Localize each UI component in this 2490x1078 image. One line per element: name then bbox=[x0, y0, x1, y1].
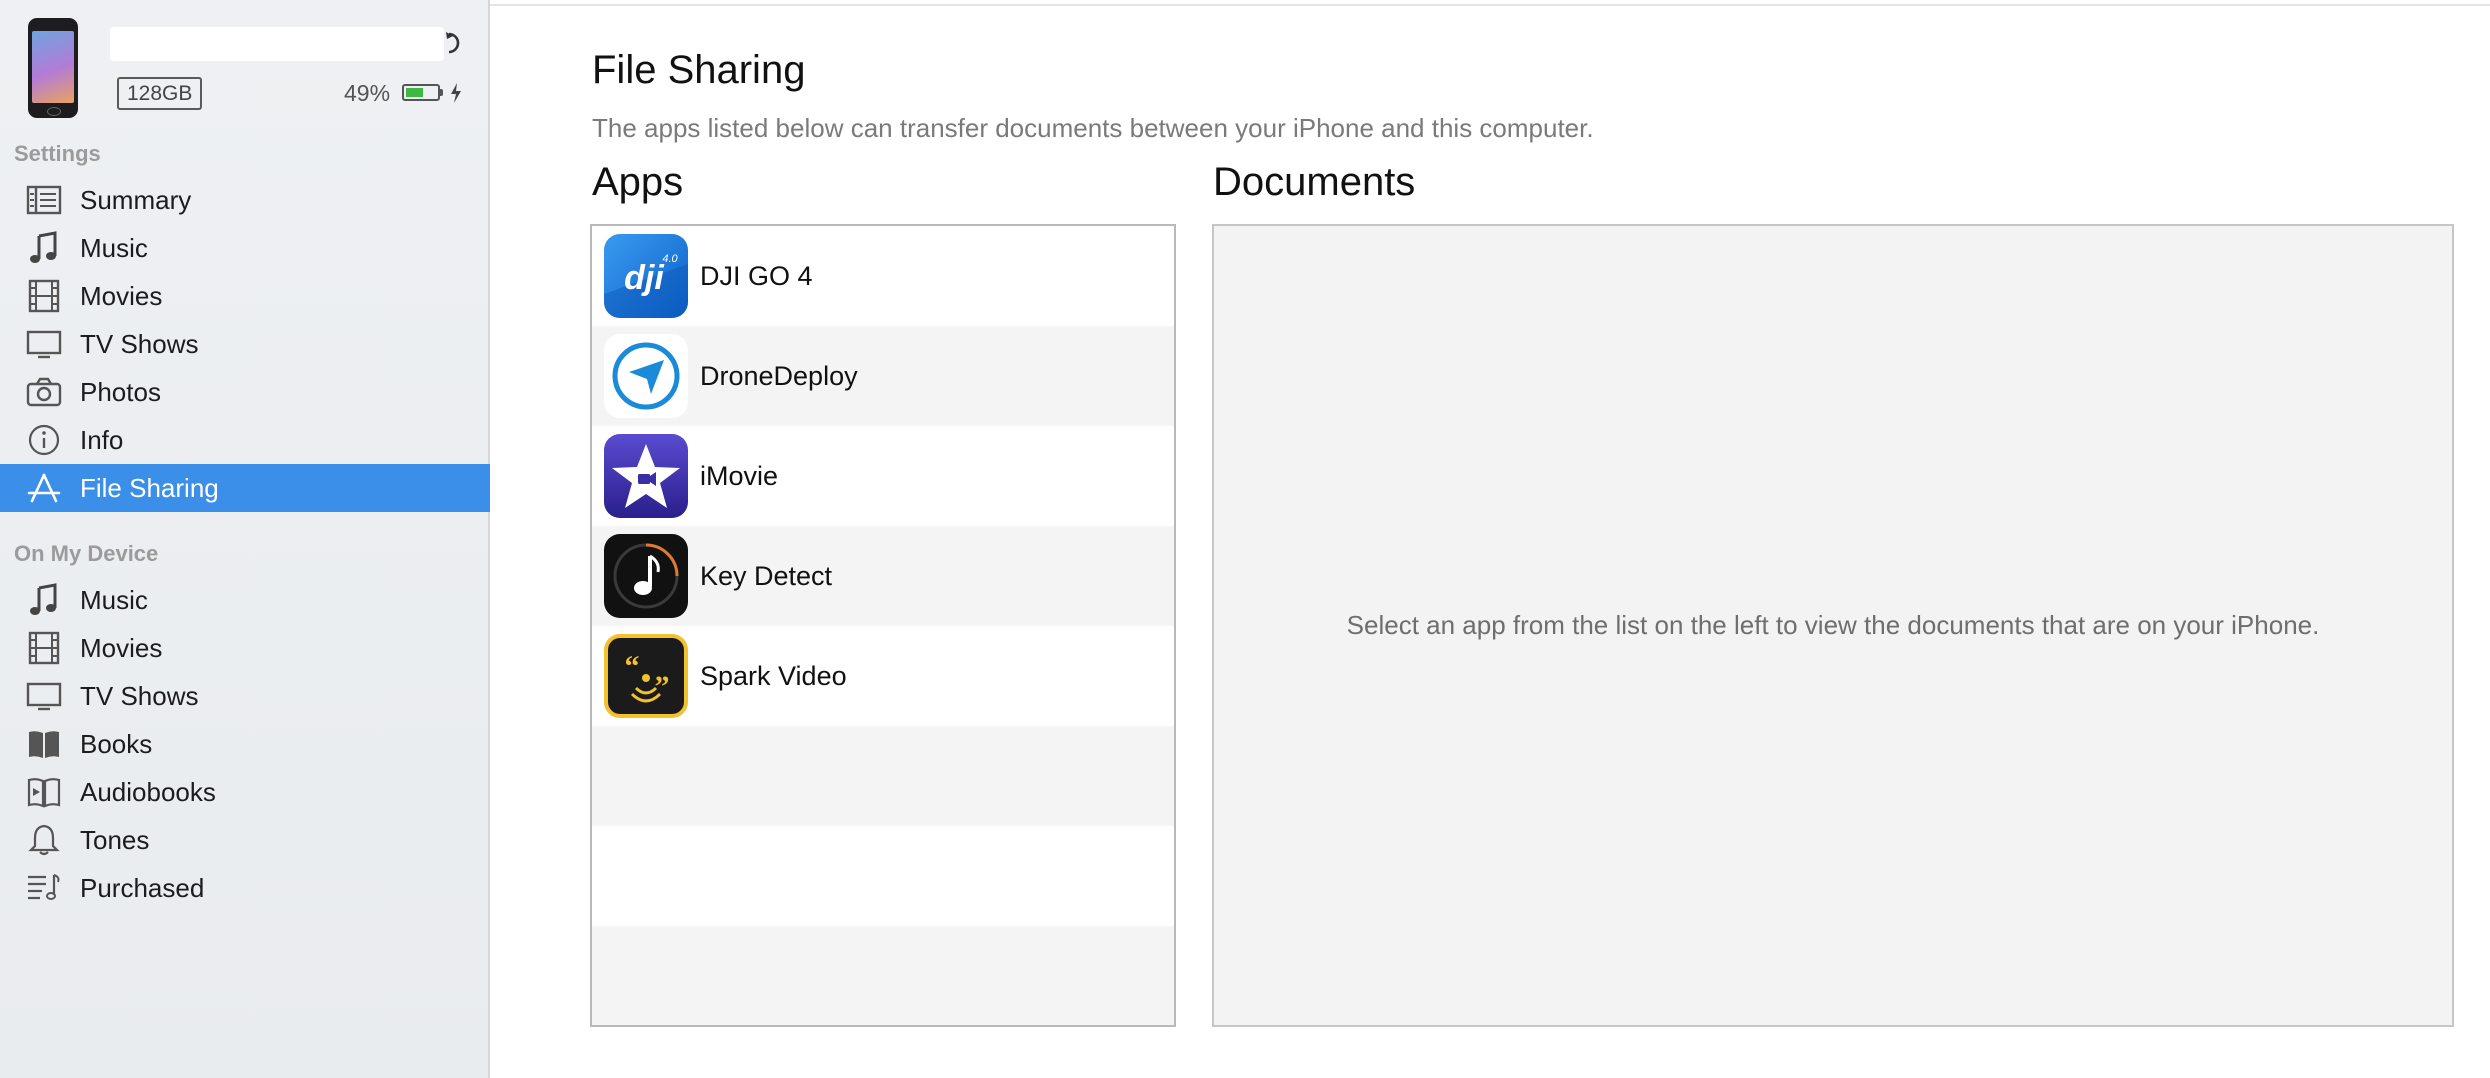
dronedeploy-icon bbox=[604, 334, 688, 418]
app-name: DJI GO 4 bbox=[700, 260, 813, 291]
iphone-screen bbox=[32, 31, 74, 103]
battery-tip bbox=[440, 89, 443, 96]
eject-icon[interactable] bbox=[446, 32, 464, 54]
app-name: DroneDeploy bbox=[700, 360, 858, 391]
sidebar-item-label: Movies bbox=[80, 280, 163, 311]
app-row-key-detect[interactable]: Key Detect bbox=[592, 526, 1174, 626]
app-row-imovie[interactable]: iMovie bbox=[592, 426, 1174, 526]
sidebar-item-purchased[interactable]: Purchased bbox=[0, 864, 490, 912]
sidebar-item-summary[interactable]: Summary bbox=[0, 176, 490, 224]
sidebar-item-device-tv-shows[interactable]: TV Shows bbox=[0, 672, 490, 720]
dji-go-4-icon: dji 4.0 bbox=[604, 234, 688, 318]
sidebar-item-music[interactable]: Music bbox=[0, 224, 490, 272]
app-name: Key Detect bbox=[700, 560, 833, 591]
sidebar-item-label: Info bbox=[80, 424, 124, 455]
music-note-icon bbox=[24, 230, 64, 266]
home-button bbox=[47, 107, 61, 116]
sidebar-item-label: Music bbox=[80, 232, 148, 263]
sidebar-item-file-sharing[interactable]: File Sharing bbox=[0, 464, 490, 512]
device-header: 128GB 49% bbox=[0, 0, 490, 135]
sidebar-item-label: Photos bbox=[80, 376, 161, 407]
bell-icon bbox=[24, 822, 64, 858]
summary-icon bbox=[24, 182, 64, 218]
tv-icon bbox=[24, 678, 64, 714]
purchased-list-icon bbox=[24, 870, 64, 906]
sidebar-item-label: Audiobooks bbox=[80, 776, 216, 807]
settings-section-label: Settings bbox=[14, 141, 101, 166]
app-name: Spark Video bbox=[700, 660, 847, 691]
sidebar-item-label: Books bbox=[80, 728, 153, 759]
battery-percent: 49% bbox=[344, 80, 391, 106]
sidebar-item-device-music[interactable]: Music bbox=[0, 576, 490, 624]
audiobook-icon bbox=[24, 774, 64, 810]
documents-heading: Documents bbox=[1213, 160, 1416, 204]
sidebar-item-label: Purchased bbox=[80, 872, 205, 903]
sidebar-item-info[interactable]: Info bbox=[0, 416, 490, 464]
sidebar-item-label: Summary bbox=[80, 184, 192, 215]
charging-bolt-icon bbox=[451, 83, 461, 103]
documents-panel[interactable]: Select an app from the list on the left … bbox=[1212, 224, 2454, 1027]
iphone-icon[interactable] bbox=[28, 18, 78, 118]
apps-heading: Apps bbox=[592, 160, 684, 204]
svg-text:4.0: 4.0 bbox=[662, 253, 678, 265]
app-row-dronedeploy[interactable]: DroneDeploy bbox=[592, 326, 1174, 426]
app-row-spark-video[interactable]: “ ” Spark Video bbox=[592, 626, 1174, 726]
device-name-field[interactable] bbox=[110, 27, 444, 61]
imovie-icon bbox=[604, 434, 688, 518]
sidebar-item-label: TV Shows bbox=[80, 680, 199, 711]
sidebar-item-audiobooks[interactable]: Audiobooks bbox=[0, 768, 490, 816]
sidebar-item-label: Movies bbox=[80, 632, 163, 663]
svg-text:“: “ bbox=[625, 650, 640, 683]
svg-text:dji: dji bbox=[624, 259, 665, 297]
info-icon bbox=[24, 422, 64, 458]
app-store-icon bbox=[24, 470, 64, 506]
spark-video-icon: “ ” bbox=[604, 634, 688, 718]
music-note-icon bbox=[24, 582, 64, 618]
page-subtitle: The apps listed below can transfer docum… bbox=[592, 113, 1594, 143]
capacity-badge: 128GB bbox=[117, 77, 203, 110]
sidebar-item-books[interactable]: Books bbox=[0, 720, 490, 768]
battery-icon bbox=[402, 84, 440, 101]
top-divider bbox=[490, 4, 2490, 6]
sidebar-item-tones[interactable]: Tones bbox=[0, 816, 490, 864]
sidebar-item-photos[interactable]: Photos bbox=[0, 368, 490, 416]
empty-row bbox=[592, 726, 1174, 826]
page-title: File Sharing bbox=[592, 48, 806, 92]
battery-fill bbox=[406, 88, 423, 97]
film-icon bbox=[24, 278, 64, 314]
app-name: iMovie bbox=[700, 460, 779, 491]
tv-icon bbox=[24, 326, 64, 362]
apps-list[interactable]: dji 4.0 DJI GO 4 DroneDeploy iMovie Key … bbox=[590, 224, 1176, 1027]
documents-empty-message: Select an app from the list on the left … bbox=[1346, 610, 2320, 640]
on-my-device-section-label: On My Device bbox=[14, 541, 159, 566]
camera-icon bbox=[24, 374, 64, 410]
empty-row bbox=[592, 826, 1174, 926]
film-icon bbox=[24, 630, 64, 666]
sidebar-item-label: File Sharing bbox=[80, 472, 219, 503]
book-icon bbox=[24, 726, 64, 762]
key-detect-icon bbox=[604, 534, 688, 618]
empty-row bbox=[592, 926, 1174, 1025]
sidebar-item-device-movies[interactable]: Movies bbox=[0, 624, 490, 672]
sidebar-item-label: Tones bbox=[80, 824, 150, 855]
sidebar-item-movies[interactable]: Movies bbox=[0, 272, 490, 320]
sidebar-item-tv-shows[interactable]: TV Shows bbox=[0, 320, 490, 368]
sidebar: 128GB 49% Settings Summary Music Movies … bbox=[0, 0, 490, 1078]
app-row-dji-go-4[interactable]: dji 4.0 DJI GO 4 bbox=[592, 226, 1174, 326]
sidebar-item-label: Music bbox=[80, 584, 148, 615]
sidebar-item-label: TV Shows bbox=[80, 328, 199, 359]
